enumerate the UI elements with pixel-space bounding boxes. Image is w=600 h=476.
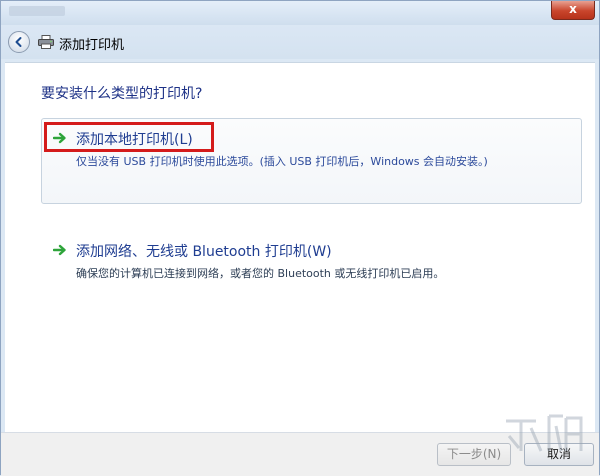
green-arrow-icon xyxy=(53,244,66,256)
option-description: 仅当没有 USB 打印机时使用此选项。(插入 USB 打印机后，Windows … xyxy=(76,155,488,168)
printer-icon xyxy=(38,35,54,49)
navigation-bar: 添加打印机 xyxy=(1,25,599,59)
title-bar-caption xyxy=(9,6,65,16)
option-description: 确保您的计算机已连接到网络，或者您的 Bluetooth 或无线打印机已启用。 xyxy=(76,267,445,280)
back-arrow-icon xyxy=(15,37,22,47)
page-question: 要安装什么类型的打印机? xyxy=(41,86,203,102)
back-button[interactable] xyxy=(8,31,30,53)
next-button[interactable]: 下一步(N) xyxy=(437,443,511,466)
close-button[interactable]: x xyxy=(551,1,595,20)
option-add-local-printer[interactable]: 添加本地打印机(L) 仅当没有 USB 打印机时使用此选项。(插入 USB 打印… xyxy=(41,118,582,204)
add-printer-window: x 添加打印机 要安装什么类型的打印机? 添加本地打印机(L) 仅当没有 USB… xyxy=(0,0,600,476)
highlight-annotation xyxy=(44,122,214,152)
title-bar: x xyxy=(1,1,599,25)
watermark-logo xyxy=(506,414,583,452)
option-title: 添加网络、无线或 Bluetooth 打印机(W) xyxy=(76,244,332,260)
wizard-content: 要安装什么类型的打印机? 添加本地打印机(L) 仅当没有 USB 打印机时使用此… xyxy=(5,62,595,432)
window-title: 添加打印机 xyxy=(59,38,125,53)
option-add-network-printer[interactable]: 添加网络、无线或 Bluetooth 打印机(W) 确保您的计算机已连接到网络，… xyxy=(41,230,582,316)
